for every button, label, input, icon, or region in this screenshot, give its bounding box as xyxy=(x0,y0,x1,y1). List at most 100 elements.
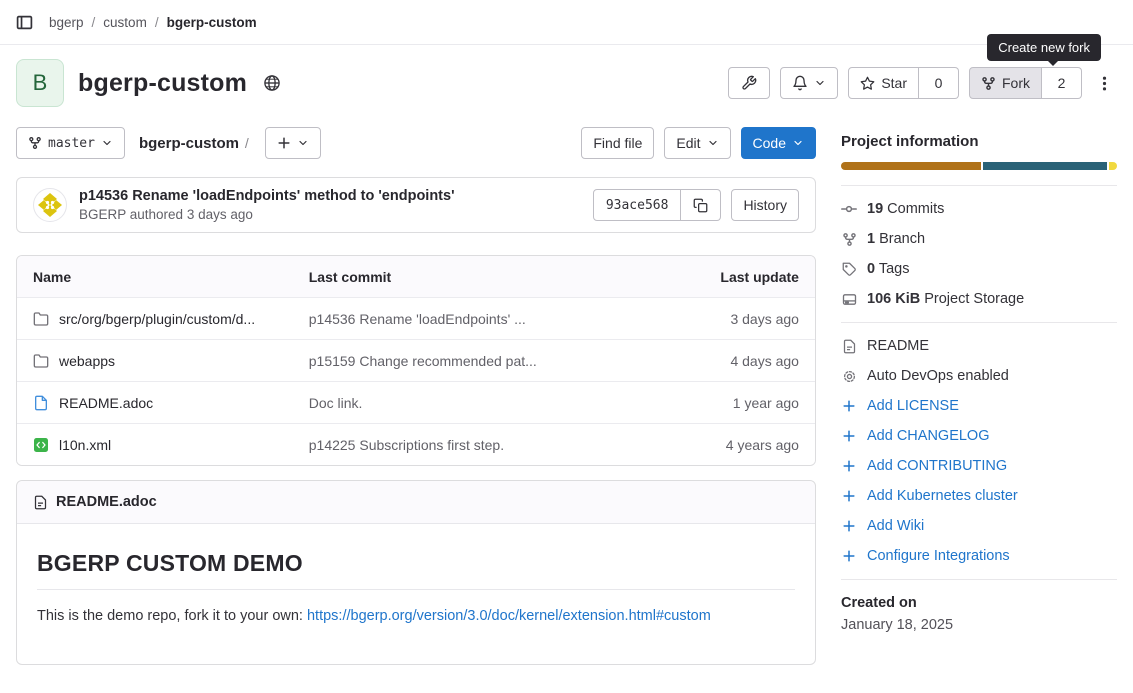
sidebar-link-add-changelog[interactable]: Add CHANGELOG xyxy=(841,428,1117,444)
file-icon xyxy=(841,339,857,354)
edit-button[interactable]: Edit xyxy=(664,127,730,159)
bell-icon xyxy=(792,75,808,91)
breadcrumb-subgroup[interactable]: custom xyxy=(103,15,147,30)
sidebar-link-label: Add LICENSE xyxy=(867,398,959,414)
plus-icon xyxy=(841,519,857,533)
sidebar-link-label: Add Wiki xyxy=(867,518,924,534)
readme-link[interactable]: https://bgerp.org/version/3.0/doc/kernel… xyxy=(307,608,711,624)
main-column: master bgerp-custom / xyxy=(16,119,816,665)
copy-sha-button[interactable] xyxy=(681,189,721,221)
file-xml-icon xyxy=(33,437,49,453)
file-table-header: Name Last commit Last update xyxy=(17,256,815,297)
breadcrumb-separator: / xyxy=(92,15,96,30)
language-bar[interactable] xyxy=(841,162,1117,170)
readme-card: README.adoc BGERP CUSTOM DEMO This is th… xyxy=(16,480,816,665)
file-last-commit[interactable]: p15159 Change recommended pat... xyxy=(309,353,537,369)
sidebar-link-label: Add CHANGELOG xyxy=(867,428,990,444)
more-options-button[interactable] xyxy=(1092,75,1117,92)
star-count[interactable]: 0 xyxy=(919,67,959,99)
sidebar-stat-commits[interactable]: 19 Commits xyxy=(841,201,1117,217)
fork-button[interactable]: Fork xyxy=(969,67,1042,99)
wrench-icon xyxy=(741,75,757,91)
branch-name: master xyxy=(48,136,95,151)
chevron-down-icon xyxy=(814,77,826,89)
project-avatar: B xyxy=(16,59,64,107)
add-file-button[interactable] xyxy=(265,127,321,159)
file-name[interactable]: webapps xyxy=(59,353,115,369)
readme-filename: README.adoc xyxy=(56,494,157,510)
stat-value: 106 KiB xyxy=(867,291,920,307)
star-button[interactable]: Star xyxy=(848,67,919,99)
sidebar-item-label: Auto DevOps enabled xyxy=(867,368,1009,384)
plus-icon xyxy=(841,489,857,503)
branch-selector[interactable]: master xyxy=(16,127,125,159)
path-separator: / xyxy=(245,135,249,151)
file-name[interactable]: l10n.xml xyxy=(59,437,111,453)
repo-toolbar-right: Find file Edit Code xyxy=(581,127,816,159)
sidebar-stat-branches[interactable]: 1 Branch xyxy=(841,231,1117,247)
sidebar-link-configure-integrations[interactable]: Configure Integrations xyxy=(841,548,1117,564)
file-name[interactable]: README.adoc xyxy=(59,395,153,411)
notifications-button[interactable] xyxy=(780,67,838,99)
stat-label: Commits xyxy=(887,201,944,217)
sidebar-link-add-contributing[interactable]: Add CONTRIBUTING xyxy=(841,458,1117,474)
table-row: webapps p15159 Change recommended pat...… xyxy=(17,339,815,381)
fork-button-group: Fork 2 xyxy=(969,67,1082,99)
public-visibility-icon xyxy=(263,74,281,92)
sidebar-link-add-wiki[interactable]: Add Wiki xyxy=(841,518,1117,534)
sidebar-stat-tags[interactable]: 0 Tags xyxy=(841,261,1117,277)
created-on-label: Created on xyxy=(841,595,1117,611)
file-last-commit[interactable]: Doc link. xyxy=(309,395,363,411)
fork-icon xyxy=(981,76,996,91)
readme-header[interactable]: README.adoc xyxy=(17,481,815,524)
column-header-name: Name xyxy=(33,269,309,285)
repo-root-crumb[interactable]: bgerp-custom xyxy=(139,135,239,152)
file-last-update: 1 year ago xyxy=(653,395,799,411)
star-label: Star xyxy=(881,75,907,91)
sidebar-link-label: Configure Integrations xyxy=(867,548,1010,564)
plus-icon xyxy=(841,549,857,563)
stat-label: Project Storage xyxy=(924,291,1024,307)
commit-title[interactable]: p14536 Rename 'loadEndpoints' method to … xyxy=(79,188,455,204)
sidebar-item-readme[interactable]: README xyxy=(841,338,1117,354)
file-name[interactable]: src/org/bgerp/plugin/custom/d... xyxy=(59,311,255,327)
plus-icon xyxy=(841,429,857,443)
top-bar: bgerp / custom / bgerp-custom xyxy=(0,0,1133,45)
commit-author-avatar[interactable] xyxy=(33,188,67,222)
table-row: README.adoc Doc link. 1 year ago xyxy=(17,381,815,423)
history-button[interactable]: History xyxy=(731,189,799,221)
file-table-body: src/org/bgerp/plugin/custom/d... p14536 … xyxy=(17,297,815,465)
sidebar-toggle-icon[interactable] xyxy=(16,14,33,31)
project-header: B bgerp-custom Create new fork xyxy=(0,45,1133,119)
sidebar-link-add-kubernetes[interactable]: Add Kubernetes cluster xyxy=(841,488,1117,504)
sidebar-link-label: Add CONTRIBUTING xyxy=(867,458,1007,474)
admin-wrench-button[interactable] xyxy=(728,67,770,99)
plus-icon xyxy=(841,399,857,413)
code-button[interactable]: Code xyxy=(741,127,816,159)
chevron-down-icon xyxy=(707,137,719,149)
page-title: bgerp-custom xyxy=(78,69,247,98)
created-on-value: January 18, 2025 xyxy=(841,617,1117,633)
file-last-commit[interactable]: p14225 Subscriptions first step. xyxy=(309,437,504,453)
file-last-commit[interactable]: p14536 Rename 'loadEndpoints' ... xyxy=(309,311,526,327)
commit-sha: 93ace568 xyxy=(593,189,682,221)
find-file-button[interactable]: Find file xyxy=(581,127,654,159)
breadcrumb-project[interactable]: bgerp-custom xyxy=(167,15,257,30)
project-information-sidebar: Project information 19 Commits 1 Bran xyxy=(841,119,1117,633)
repo-toolbar: master bgerp-custom / xyxy=(16,127,816,159)
edit-label: Edit xyxy=(676,135,700,151)
sidebar-link-add-license[interactable]: Add LICENSE xyxy=(841,398,1117,414)
commit-meta: BGERP authored 3 days ago xyxy=(79,207,455,222)
sidebar-item-label: README xyxy=(867,338,929,354)
column-header-last-commit: Last commit xyxy=(309,269,654,285)
column-header-last-update: Last update xyxy=(653,269,799,285)
file-doc-icon xyxy=(33,395,49,411)
sidebar-item-auto-devops[interactable]: Auto DevOps enabled xyxy=(841,368,1117,384)
code-label: Code xyxy=(753,135,786,151)
tooltip: Create new fork xyxy=(987,34,1101,61)
fork-count[interactable]: 2 xyxy=(1042,67,1082,99)
breadcrumb-group[interactable]: bgerp xyxy=(49,15,84,30)
language-segment xyxy=(841,162,981,170)
fork-label: Fork xyxy=(1002,75,1030,91)
sidebar-stat-storage[interactable]: 106 KiB Project Storage xyxy=(841,291,1117,307)
